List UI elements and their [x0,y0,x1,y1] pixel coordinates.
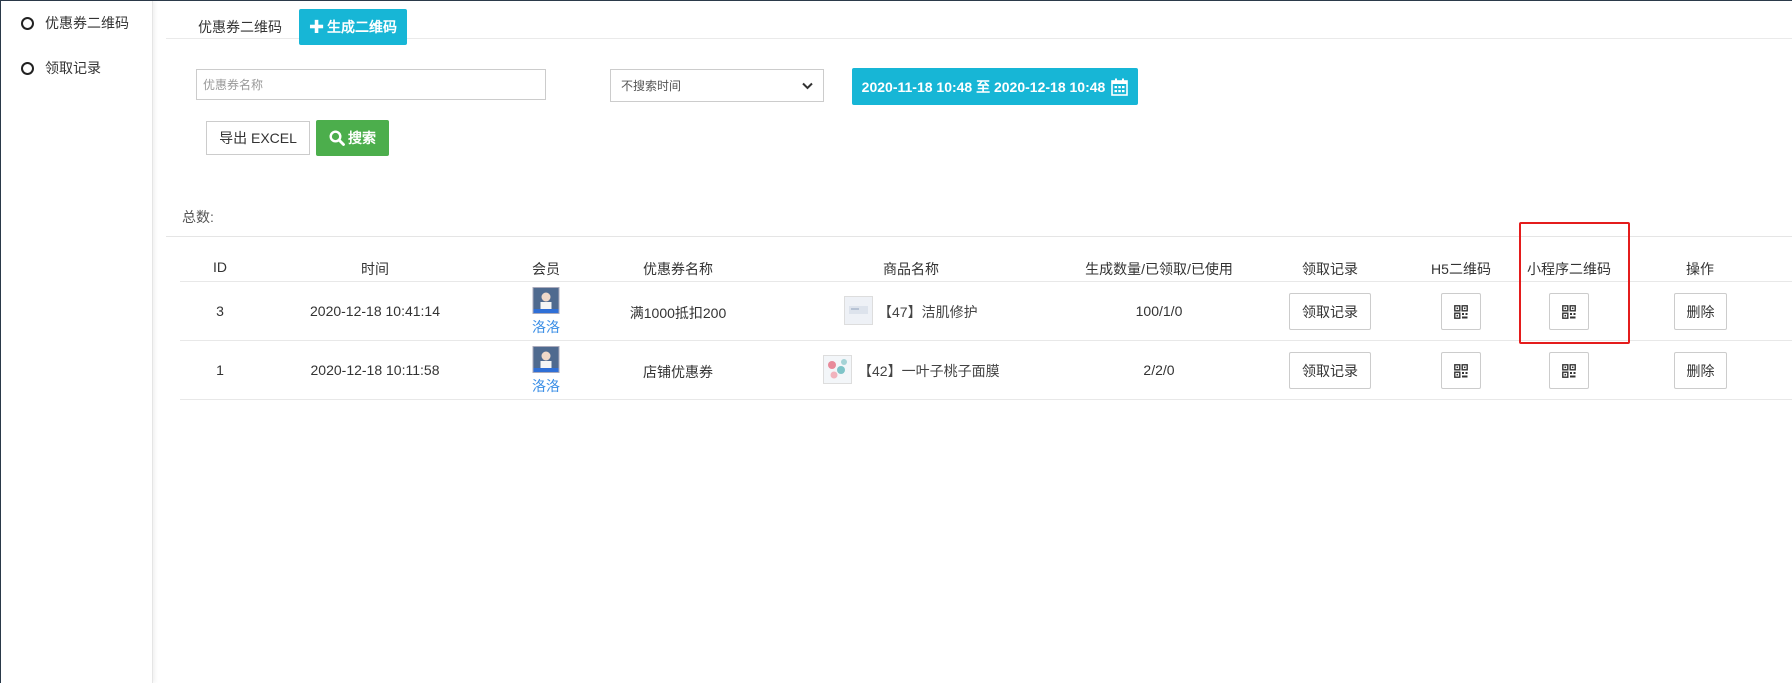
claim-records-button[interactable]: 领取记录 [1289,293,1371,330]
h5-qrcode-button[interactable] [1441,293,1481,330]
date-range-picker[interactable]: 2020-11-18 10:48 至 2020-12-18 10:48 [852,68,1138,105]
plus-icon: ✚ [308,17,325,37]
avatar [532,346,560,373]
miniprogram-qrcode-button[interactable] [1549,352,1589,389]
qrcode-icon [1562,363,1576,378]
product-thumbnail [823,355,852,384]
export-excel-button[interactable]: 导出 EXCEL [206,121,310,155]
column-header-product-name: 商品名称 [883,261,939,277]
coupon-name-input[interactable] [196,69,546,100]
column-header-member: 会员 [532,261,560,277]
column-header-claim-records: 领取记录 [1302,261,1358,277]
search-icon [329,130,345,146]
total-count-label: 总数: [182,209,214,225]
cell-coupon-name: 店铺优惠券 [643,364,713,380]
cell-id: 1 [216,362,224,378]
main-content: 优惠券二维码 ✚ 生成二维码 不搜索时间 2020-11-18 10:48 至 … [166,0,1792,683]
cell-id: 3 [216,303,224,319]
calendar-icon [1111,78,1129,96]
time-filter-value: 不搜索时间 [621,79,682,93]
table-row-divider [180,399,1792,400]
sidebar-item-label: 领取记录 [45,60,101,76]
delete-button[interactable]: 删除 [1674,352,1727,389]
avatar [532,287,560,314]
product-name: 【47】洁肌修护 [878,304,978,320]
highlight-annotation [1519,222,1630,344]
cell-counts: 2/2/0 [1143,362,1175,378]
column-header-counts: 生成数量/已领取/已使用 [1085,261,1233,277]
qrcode-icon [1454,363,1468,378]
qrcode-icon [1454,304,1468,319]
chevron-down-icon [802,82,813,89]
search-button[interactable]: 搜索 [316,120,389,156]
column-header-time: 时间 [361,261,389,277]
time-filter-select[interactable]: 不搜索时间 [610,69,824,102]
search-label: 搜索 [348,130,376,146]
column-header-id: ID [213,259,227,275]
delete-button[interactable]: 删除 [1674,293,1727,330]
cell-time: 2020-12-18 10:41:14 [310,303,440,319]
product-thumbnail [844,296,873,325]
column-header-coupon-name: 优惠券名称 [643,261,713,277]
circle-bullet-icon [21,61,34,75]
cell-time: 2020-12-18 10:11:58 [310,362,440,378]
sidebar-item-claim-records[interactable]: 领取记录 [21,58,101,78]
member-link[interactable]: 洛洛 [532,376,560,396]
h5-qrcode-button[interactable] [1441,352,1481,389]
cell-coupon-name: 满1000抵扣200 [629,305,727,321]
tab-bar: 优惠券二维码 ✚ 生成二维码 [166,8,1792,45]
cell-counts: 100/1/0 [1135,303,1183,319]
sidebar: 优惠券二维码 领取记录 [1,1,153,683]
tab-coupon-qrcode[interactable]: 优惠券二维码 [198,17,282,37]
column-header-h5-qrcode: H5二维码 [1431,261,1491,277]
product-name: 【42】一叶子桃子面膜 [858,363,1000,379]
circle-bullet-icon [21,16,34,30]
column-header-actions: 操作 [1686,261,1714,277]
create-qrcode-button[interactable]: ✚ 生成二维码 [299,9,407,45]
sidebar-item-coupon-qrcode[interactable]: 优惠券二维码 [21,13,129,33]
create-qrcode-label: 生成二维码 [327,19,398,35]
member-link[interactable]: 洛洛 [532,317,560,337]
sidebar-item-label: 优惠券二维码 [45,15,129,31]
claim-records-button[interactable]: 领取记录 [1289,352,1371,389]
date-range-text: 2020-11-18 10:48 至 2020-12-18 10:48 [861,78,1106,95]
